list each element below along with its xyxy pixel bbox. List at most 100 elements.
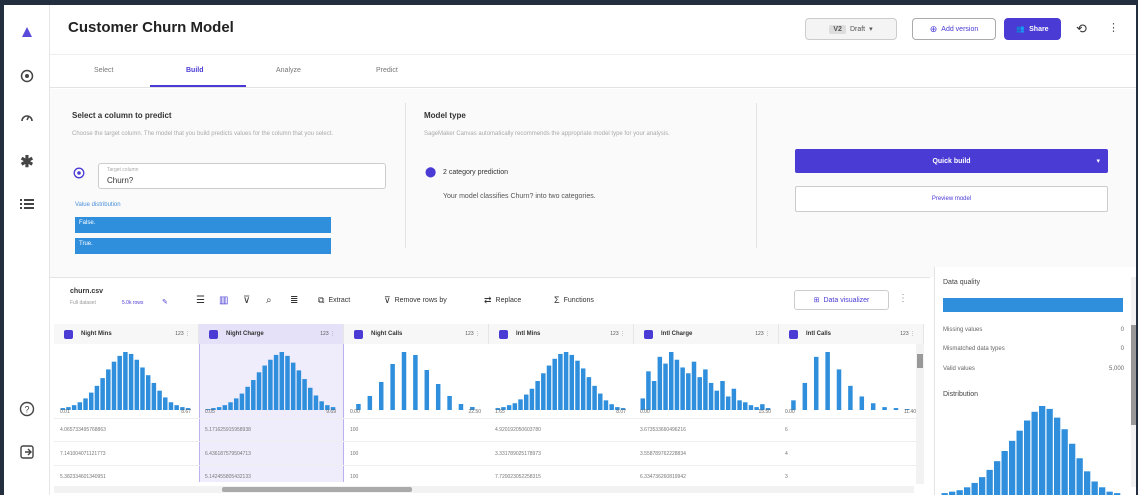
table-cell[interactable]: 6.436187579504713 [205, 451, 251, 457]
grid-view-icon[interactable]: ▥ [219, 295, 228, 306]
more-options-icon[interactable]: ⋮ [898, 293, 908, 304]
functions-button[interactable]: Σ Functions [554, 295, 594, 305]
asterisk-icon[interactable]: ✱ [18, 153, 36, 171]
panel-scroll-thumb[interactable] [1131, 325, 1136, 425]
column-checkbox[interactable] [644, 329, 653, 339]
edit-icon[interactable]: ✎ [162, 298, 168, 306]
chevron-down-icon[interactable]: ▾ [1096, 157, 1100, 165]
column-checkbox[interactable] [789, 329, 798, 339]
column-checkbox[interactable] [64, 329, 73, 339]
column-header-night-calls[interactable]: Night Calls 123 ⋮ [344, 324, 489, 344]
remove-rows-button[interactable]: ⊽ Remove rows by [384, 295, 447, 306]
histogram-bar [228, 402, 233, 410]
tab-predict[interactable]: Predict [376, 67, 398, 74]
column-header-intl-mins[interactable]: Intl Mins 123 ⋮ [489, 324, 634, 344]
data-visualizer-button[interactable]: ⊞ Data visualizer [794, 290, 889, 310]
histogram-bar [691, 361, 697, 410]
distribution-bar [1076, 458, 1083, 495]
table-cell[interactable]: 7.141004071121773 [60, 451, 106, 457]
column-header-intl-calls[interactable]: Intl Calls 123 ⋮ [779, 324, 924, 344]
help-icon[interactable]: ? [18, 400, 36, 418]
vertical-scrollbar[interactable] [916, 344, 924, 484]
table-cell[interactable]: 6.334736260819942 [640, 474, 686, 480]
column-header-intl-charge[interactable]: Intl Charge 123 ⋮ [634, 324, 779, 344]
vertical-scroll-thumb[interactable] [917, 354, 923, 368]
histogram-bar [697, 377, 702, 410]
table-cell[interactable]: 3.673533660496216 [640, 427, 686, 433]
more-options-icon[interactable]: ⋮ [1108, 21, 1119, 34]
histogram-intl-charge [640, 352, 771, 410]
quick-build-button[interactable]: Quick build ▾ [795, 149, 1108, 173]
column-name: Night Calls [371, 331, 403, 337]
history-icon[interactable]: ⟲ [1076, 21, 1087, 37]
columns-icon[interactable]: ≣ [290, 295, 298, 306]
horizontal-scrollbar[interactable] [54, 486, 914, 493]
histogram-bar [882, 407, 887, 410]
column-header-night-charge[interactable]: Night Charge 123 ⋮ [199, 324, 344, 344]
histogram-bar [435, 384, 441, 410]
table-cell[interactable]: 5.142455805432133 [205, 474, 251, 480]
table-cell[interactable]: 5.171625915958938 [205, 427, 251, 433]
add-version-button[interactable]: ⊕ Add version [912, 18, 996, 40]
table-cell[interactable]: 100 [350, 474, 358, 480]
tab-analyze[interactable]: Analyze [276, 67, 301, 74]
target-column-field[interactable]: Target column Churn? [98, 163, 386, 189]
table-cell[interactable]: 6 [785, 427, 788, 433]
table-cell[interactable]: 7.720023052258315 [495, 474, 541, 480]
filter-icon[interactable]: ⊽ [243, 295, 250, 306]
dataset-grid-panel: churn.csv Full dataset 5.0k rows ✎ ☰ ▥ ⊽… [50, 277, 930, 495]
histogram-bar [657, 356, 663, 410]
distribution-bar [1099, 487, 1106, 495]
table-cell[interactable]: 4.065733495768863 [60, 427, 106, 433]
list-view-icon[interactable]: ☰ [196, 295, 205, 306]
table-cell[interactable]: 4 [785, 451, 788, 457]
target-icon[interactable] [18, 67, 36, 85]
histogram-bar [802, 382, 808, 410]
extract-button[interactable]: ⧉ Extract [318, 295, 350, 306]
column-checkbox[interactable] [499, 329, 508, 339]
table-cell[interactable]: 3.331789025178973 [495, 451, 541, 457]
valid-values-bar [943, 298, 1123, 312]
histogram-bar [529, 388, 535, 410]
table-cell[interactable]: 100 [350, 451, 358, 457]
replace-button[interactable]: ⇄ Replace [484, 295, 521, 306]
version-selector[interactable]: V2 Draft ▾ [805, 18, 897, 40]
distribution-bar [956, 490, 963, 495]
histogram-bar [663, 363, 668, 410]
logo-icon[interactable] [18, 23, 36, 41]
sign-out-icon[interactable] [18, 443, 36, 461]
histogram-bar [703, 369, 708, 410]
range-min: 0.00 [350, 409, 360, 415]
share-button[interactable]: 👥 Share [1004, 18, 1061, 40]
dataset-rows-link[interactable]: 5.0k rows [122, 300, 143, 306]
histogram-bar [708, 382, 714, 410]
histogram-bar [646, 371, 651, 410]
column-checkbox[interactable] [354, 329, 363, 339]
column-header-night-mins[interactable]: Night Mins 123 ⋮ [54, 324, 199, 344]
tab-build[interactable]: Build [186, 67, 204, 74]
histogram-bar [151, 382, 157, 410]
histogram-bar [552, 358, 557, 410]
table-cell[interactable]: 4.920192050603780 [495, 427, 541, 433]
table-cell[interactable]: 3 [785, 474, 788, 480]
extract-label: Extract [328, 297, 351, 304]
table-cell[interactable]: 3.558789762228834 [640, 451, 686, 457]
gauge-icon[interactable] [18, 109, 36, 127]
search-icon[interactable]: ⌕ [266, 295, 272, 306]
histogram-bar [737, 400, 742, 410]
sigma-icon: Σ [554, 295, 560, 305]
list-icon[interactable] [18, 195, 36, 213]
histogram-bar [720, 381, 725, 410]
panel-scrollbar[interactable] [1131, 277, 1136, 487]
preview-model-button[interactable]: Preview model [795, 186, 1108, 212]
target-description: Choose the target column. The model that… [72, 131, 334, 137]
tab-select[interactable]: Select [94, 67, 113, 74]
column-checkbox[interactable] [209, 329, 218, 339]
table-cell[interactable]: 100 [350, 427, 358, 433]
histogram-bar [870, 403, 876, 410]
table-cell[interactable]: 5.382334601340951 [60, 474, 106, 480]
histogram-bar [518, 399, 523, 410]
dataset-meta: Full dataset [70, 300, 96, 306]
left-rail: ✱ ? [4, 5, 50, 495]
horizontal-scroll-thumb[interactable] [222, 487, 412, 492]
